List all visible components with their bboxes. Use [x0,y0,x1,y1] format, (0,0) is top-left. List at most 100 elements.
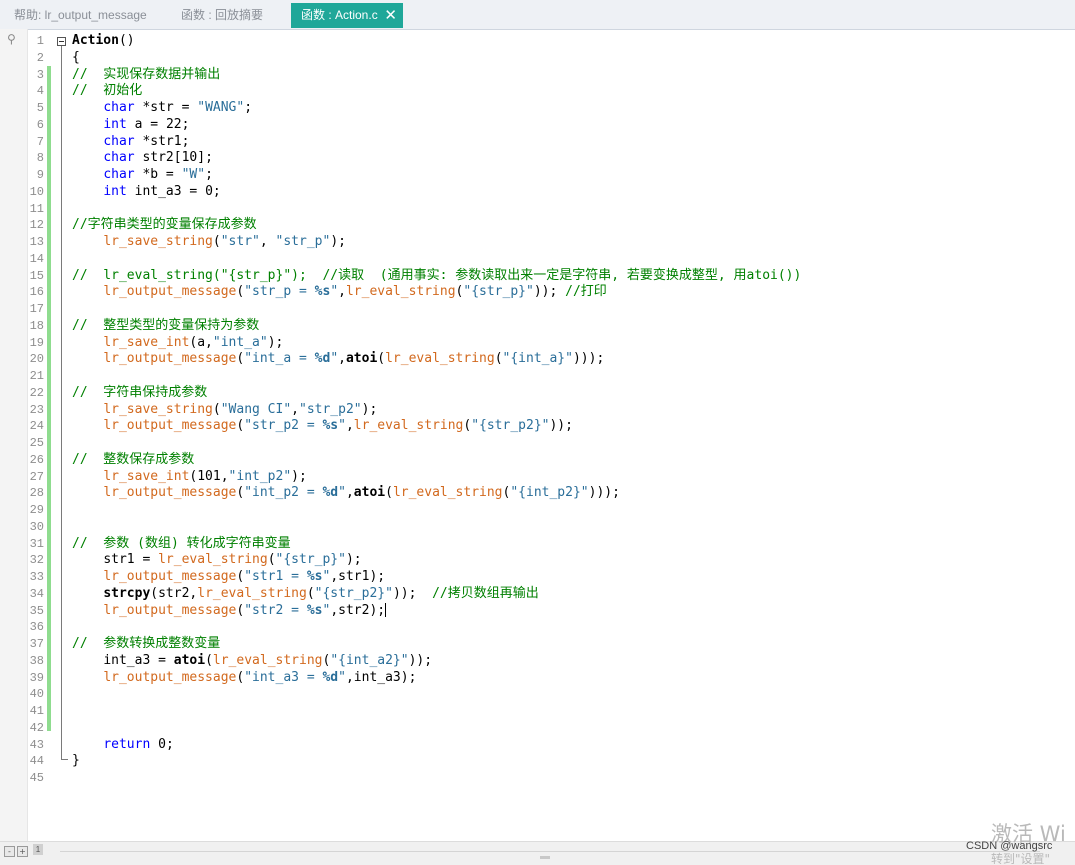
bookmark-margin: ⚲ [0,29,28,841]
code-line: // 参数转换成整数变量 [72,636,221,651]
code-line: { [72,49,80,65]
line-number: 45 [29,771,44,785]
line-number: 19 [29,335,44,350]
line-number: 2 [36,50,44,65]
line-number: 8 [36,151,44,166]
change-marker-bar [47,66,51,731]
line-number: 6 [36,117,44,132]
code-line: lr_output_message("int_a3 = %d",int_a3); [103,669,417,685]
line-number: 11 [29,201,44,216]
zoom-out-button[interactable]: - [4,846,15,857]
line-number: 7 [36,134,44,149]
line-number: 25 [29,436,44,450]
code-line: lr_output_message("str_p2 = %s",lr_eval_… [103,418,573,434]
tab-replay-summary[interactable]: 函数 : 回放摘要 [171,3,273,28]
zoom-level: 1 [33,844,43,855]
line-number: 42 [29,720,44,735]
line-number: 9 [36,168,44,182]
line-number: 12 [29,218,44,233]
line-number: 14 [29,251,44,266]
code-line: lr_output_message("str_p = %s",lr_eval_s… [103,284,607,300]
code-line: //字符串类型的变量保存成参数 [72,217,257,233]
line-number: 30 [29,519,44,534]
line-number: 23 [29,402,44,417]
csdn-credit: CSDN @wangsrc [966,840,1053,852]
tab-label: 帮助: lr_output_message [14,8,147,22]
fold-guide-end [61,759,68,760]
pin-icon[interactable]: ⚲ [7,32,21,46]
code-editor[interactable]: ⚲ 1 2 3 4 5 6 7 8 9 10 11 12 13 14 15 16… [0,29,1075,841]
code-line: char *b = "W"; [103,167,213,182]
line-number: 26 [29,452,44,467]
line-number: 34 [29,586,44,601]
code-line: int_a3 = atoi(lr_eval_string("{int_a2}")… [103,652,433,668]
line-number: 24 [29,419,44,434]
close-icon[interactable]: ✕ [384,3,397,28]
code-line: str1 = lr_eval_string("{str_p}"); [103,552,362,568]
line-number: 44 [29,754,44,769]
code-line: Action() [72,33,135,48]
code-line: char *str1; [103,133,190,149]
code-line: lr_save_string("Wang CI","str_p2"); [103,401,378,417]
line-number: 3 [36,67,44,82]
line-number: 33 [29,570,44,584]
line-number: 29 [29,503,44,517]
horizontal-scrollbar[interactable]: - + 1 [0,841,1075,865]
line-number: 43 [29,737,44,752]
tab-help-lr-output-message[interactable]: 帮助: lr_output_message [4,3,157,28]
code-line: lr_output_message("str2 = %s",str2); [103,602,387,618]
line-number: 35 [29,603,44,618]
line-number: 22 [29,385,44,400]
code-line: int int_a3 = 0; [103,183,221,199]
line-number-gutter: 1 2 3 4 5 6 7 8 9 10 11 12 13 14 15 16 1… [27,33,44,787]
line-number: 16 [29,285,44,300]
code-line: char str2[10]; [103,150,213,166]
code-line: lr_output_message("int_p2 = %d",atoi(lr_… [103,485,620,501]
scroll-track[interactable] [60,851,1040,852]
code-line: } [72,753,80,769]
activate-windows-subtext: 转到"设置" [991,852,1051,864]
line-number: 1 [36,34,44,48]
code-line: char *str = "WANG"; [103,100,253,115]
line-number: 41 [29,704,44,718]
code-line: lr_output_message("int_a = %d",atoi(lr_e… [103,351,605,367]
code-line: strcpy(str2,lr_eval_string("{str_p2}"));… [103,585,539,601]
tab-action-c[interactable]: 函数 : Action.c ✕ [291,3,403,28]
line-number: 21 [29,369,44,383]
scroll-thumb[interactable] [540,856,550,859]
line-number: 27 [29,469,44,484]
line-number: 40 [29,687,44,702]
code-line: // 整型类型的变量保持为参数 [72,317,260,333]
code-line: lr_output_message("str1 = %s",str1); [103,569,386,584]
tab-label: 函数 : Action.c [301,8,378,22]
line-number: 10 [29,184,44,199]
line-number: 4 [36,84,44,99]
code-line: // 实现保存数据并输出 [72,66,221,82]
fold-guide-line [61,46,62,759]
code-line: // 参数 (数组) 转化成字符串变量 [72,535,291,551]
code-line: int a = 22; [103,116,190,132]
line-number: 32 [29,553,44,568]
line-number: 37 [29,637,44,651]
code-line: lr_save_int(101,"int_p2"); [103,468,307,484]
code-line: // lr_eval_string("{str_p}"); //读取 (通用事实… [72,267,802,283]
code-line: // 初始化 [72,83,143,99]
line-number: 36 [29,620,44,635]
zoom-in-button[interactable]: + [17,846,28,857]
code-area[interactable]: Action() { // 实现保存数据并输出 // 初始化 char *str… [72,33,1075,787]
line-number: 31 [29,536,44,551]
line-number: 20 [29,352,44,367]
tab-label: 函数 : 回放摘要 [181,8,264,22]
line-number: 17 [29,302,44,316]
fold-collapse-icon[interactable] [57,37,66,46]
